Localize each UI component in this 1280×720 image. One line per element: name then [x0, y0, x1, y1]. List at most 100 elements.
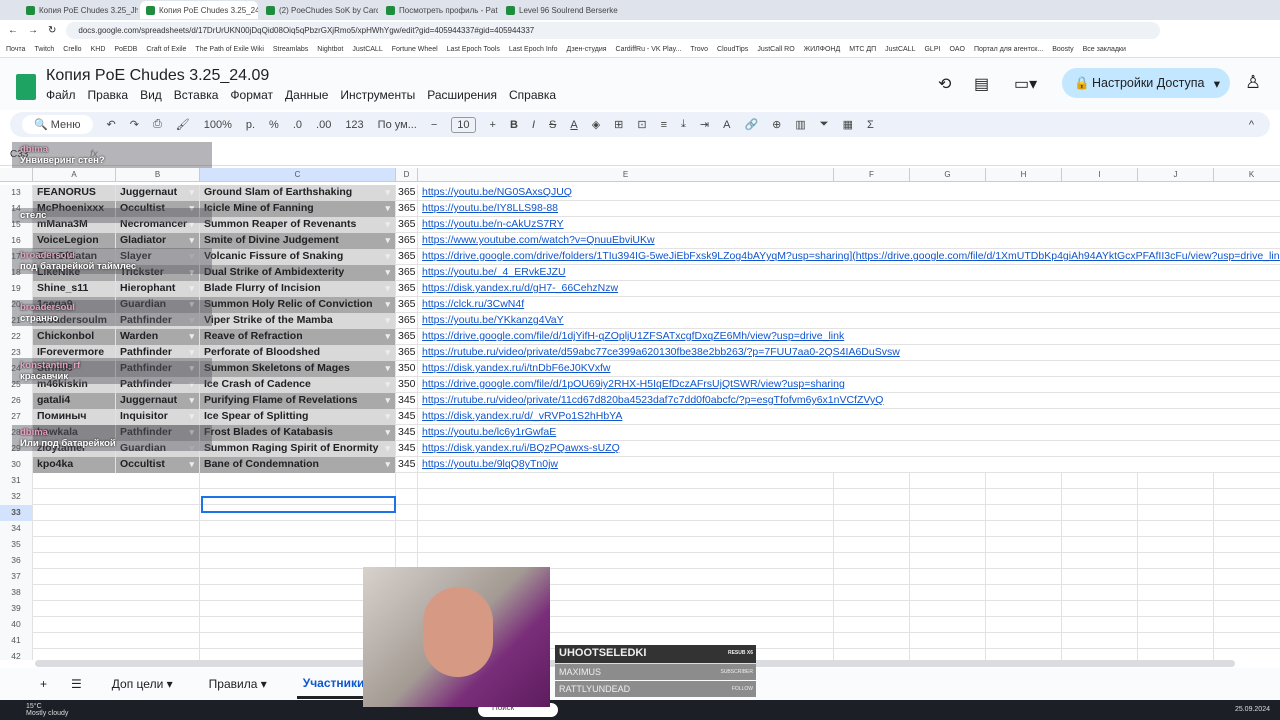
video-link[interactable]: https://disk.yandex.ru/d/gH7-_66CehzNzw	[418, 281, 834, 297]
player-name[interactable]: McPhoenixxx	[33, 201, 116, 217]
align-icon[interactable]: ≡	[661, 119, 667, 131]
menu-item[interactable]: Правка	[88, 88, 129, 102]
history-icon[interactable]: ⟲	[938, 74, 951, 94]
zoom-select[interactable]: 100%	[204, 119, 232, 131]
spreadsheet-grid[interactable]: ABCDEFGHIJK13FEANORUSJuggernautGround Sl…	[0, 168, 1280, 660]
score-cell[interactable]: 345	[396, 425, 418, 441]
forward-icon[interactable]: →	[28, 25, 38, 36]
empty-cell[interactable]	[1138, 585, 1214, 601]
player-name[interactable]: m46kiskin	[33, 377, 116, 393]
bookmark[interactable]: JustCall RO	[757, 46, 794, 53]
empty-cell[interactable]	[1062, 489, 1138, 505]
video-link[interactable]: https://youtu.be/n-cAkUzS7RY	[418, 217, 834, 233]
document-title[interactable]: Копия PoE Chudes 3.25_24.09	[46, 67, 269, 85]
sheet-tab[interactable]: Доп цели ▾	[106, 671, 179, 697]
empty-cell[interactable]	[834, 633, 910, 649]
bold-button[interactable]: B	[510, 119, 518, 131]
empty-cell[interactable]	[986, 569, 1062, 585]
bookmark[interactable]: Все закладки	[1083, 46, 1126, 53]
class-dropdown[interactable]: Pathfinder	[116, 425, 200, 441]
video-link[interactable]: https://youtu.be/lc6y1rGwfaE	[418, 425, 834, 441]
empty-cell[interactable]	[200, 537, 396, 553]
skill-dropdown[interactable]: Viper Strike of the Mamba	[200, 313, 396, 329]
empty-cell[interactable]	[834, 649, 910, 660]
score-cell[interactable]: 365	[396, 265, 418, 281]
row-number[interactable]: 37	[0, 569, 33, 585]
player-name[interactable]: FEANORUS	[33, 185, 116, 201]
row-number[interactable]: 27	[0, 409, 33, 425]
column-header-E[interactable]: E	[418, 168, 834, 182]
empty-cell[interactable]	[1138, 633, 1214, 649]
empty-cell[interactable]	[910, 617, 986, 633]
back-icon[interactable]: ←	[8, 25, 18, 36]
player-name[interactable]: LikeNike	[33, 265, 116, 281]
class-dropdown[interactable]: Pathfinder	[116, 361, 200, 377]
empty-cell[interactable]	[986, 617, 1062, 633]
class-dropdown[interactable]: Warden	[116, 329, 200, 345]
empty-cell[interactable]	[910, 505, 986, 521]
row-number[interactable]: 36	[0, 553, 33, 569]
score-cell[interactable]: 345	[396, 457, 418, 473]
row-number[interactable]: 39	[0, 601, 33, 617]
comments-icon[interactable]: ▤	[974, 74, 989, 94]
video-link[interactable]: https://youtu.be/IY8LLS98-88	[418, 201, 834, 217]
italic-button[interactable]: I	[532, 119, 535, 131]
bookmark[interactable]: GLPI	[924, 46, 940, 53]
empty-cell[interactable]	[418, 521, 834, 537]
bookmark[interactable]: OAO	[949, 46, 965, 53]
empty-cell[interactable]	[116, 617, 200, 633]
borders-icon[interactable]: ⊞	[614, 118, 623, 131]
chevron-down-icon[interactable]: ▾	[163, 677, 173, 691]
score-cell[interactable]: 365	[396, 233, 418, 249]
video-link[interactable]: https://youtu.be/NG0SAxsQJUQ	[418, 185, 834, 201]
skill-dropdown[interactable]: Summon Holy Relic of Conviction	[200, 297, 396, 313]
bookmark[interactable]: Twitch	[34, 46, 54, 53]
empty-cell[interactable]	[396, 521, 418, 537]
player-name[interactable]: Поминыч	[33, 409, 116, 425]
video-link[interactable]: https://youtu.be/9lqQ8yTn0jw	[418, 457, 834, 473]
score-cell[interactable]: 350	[396, 361, 418, 377]
font-size-increase[interactable]: +	[490, 119, 496, 131]
empty-cell[interactable]	[116, 489, 200, 505]
player-name[interactable]: SunOfSatan	[33, 249, 116, 265]
column-header-C[interactable]: C	[200, 168, 396, 182]
score-cell[interactable]: 365	[396, 345, 418, 361]
text-color-button[interactable]: A	[570, 119, 577, 131]
class-dropdown[interactable]: Juggernaut	[116, 393, 200, 409]
menu-search[interactable]: 🔍 Меню	[22, 115, 93, 134]
class-dropdown[interactable]: Necromancer	[116, 217, 200, 233]
empty-cell[interactable]	[200, 521, 396, 537]
column-header-B[interactable]: B	[116, 168, 200, 182]
empty-cell[interactable]	[834, 505, 910, 521]
empty-cell[interactable]	[116, 585, 200, 601]
empty-cell[interactable]	[910, 569, 986, 585]
empty-cell[interactable]	[910, 521, 986, 537]
column-header-G[interactable]: G	[910, 168, 986, 182]
filter-icon[interactable]: ⏷	[820, 118, 829, 131]
empty-cell[interactable]	[1214, 569, 1280, 585]
empty-cell[interactable]	[834, 537, 910, 553]
empty-cell[interactable]	[1214, 473, 1280, 489]
class-dropdown[interactable]: Pathfinder	[116, 377, 200, 393]
player-name[interactable]: kowkala	[33, 425, 116, 441]
rotate-icon[interactable]: A	[723, 119, 730, 131]
skill-dropdown[interactable]: Frost Blades of Katabasis	[200, 425, 396, 441]
row-number[interactable]: 21	[0, 313, 33, 329]
empty-cell[interactable]	[986, 649, 1062, 660]
player-name[interactable]: Chickonbol	[33, 329, 116, 345]
currency-button[interactable]: р.	[246, 119, 255, 131]
row-number[interactable]: 41	[0, 633, 33, 649]
row-number[interactable]: 23	[0, 345, 33, 361]
empty-cell[interactable]	[910, 649, 986, 660]
video-link[interactable]: https://youtu.be/_4_ERvkEJZU	[418, 265, 834, 281]
empty-cell[interactable]	[1062, 585, 1138, 601]
paint-format-icon[interactable]: 🖌	[176, 118, 190, 131]
score-cell[interactable]: 345	[396, 393, 418, 409]
player-name[interactable]: mMana3M	[33, 217, 116, 233]
all-sheets-icon[interactable]: ☰	[71, 677, 82, 691]
empty-cell[interactable]	[418, 505, 834, 521]
selected-cell[interactable]	[201, 496, 396, 513]
empty-cell[interactable]	[910, 633, 986, 649]
video-link[interactable]: https://drive.google.com/file/d/1djYifH-…	[418, 329, 844, 345]
empty-cell[interactable]	[396, 537, 418, 553]
